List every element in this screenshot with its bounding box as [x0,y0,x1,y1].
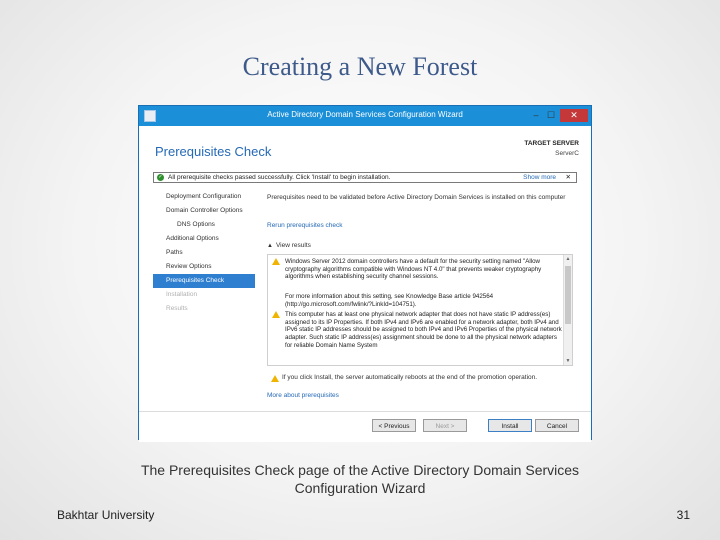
success-notice: ✓ All prerequisite checks passed success… [153,172,577,183]
window-title: Active Directory Domain Services Configu… [267,110,463,119]
more-about-prerequisites-link[interactable]: More about prerequisites [267,392,339,399]
slide-caption: The Prerequisites Check page of the Acti… [140,462,580,496]
checkmark-icon: ✓ [157,174,164,181]
result-text: Windows Server 2012 domain controllers h… [285,258,542,281]
nav-item[interactable]: Additional Options [153,232,255,246]
scroll-up-icon[interactable]: ▲ [564,255,572,263]
view-results-toggle[interactable]: ▲ View results [267,242,311,249]
cancel-button[interactable]: Cancel [535,419,579,432]
nav-item: Results [166,305,188,312]
show-more-link[interactable]: Show more [523,173,556,182]
page-number: 31 [676,508,690,522]
minimize-button[interactable]: – [529,109,543,122]
page-header: Prerequisites Check [155,144,272,159]
slide-title: Creating a New Forest [242,52,478,81]
nav-item[interactable]: Review Options [153,260,255,274]
install-button[interactable]: Install [488,419,532,432]
reboot-warning-text: If you click Install, the server automat… [282,374,538,381]
next-button[interactable]: Next > [423,419,467,432]
nav-item[interactable]: Domain Controller Options [153,204,255,218]
chevron-up-icon: ▲ [267,243,273,249]
nav-item: Installation [166,291,198,298]
footer-institution: Bakhtar University [57,508,155,522]
result-item: This computer has at least one physical … [268,311,564,365]
result-item: Windows Server 2012 domain controllers h… [268,258,564,288]
warning-icon [271,375,279,382]
previous-button[interactable]: < Previous [372,419,416,432]
scroll-down-icon[interactable]: ▼ [564,357,572,365]
results-box[interactable]: Windows Server 2012 domain controllers h… [267,254,573,366]
notice-text: All prerequisite checks passed successfu… [168,174,391,181]
results-scrollbar[interactable]: ▲ ▼ [563,255,572,365]
scrollbar-thumb[interactable] [565,266,571,324]
view-results-label: View results [275,242,311,249]
nav-item[interactable]: DNS Options [153,218,255,232]
target-server-name: ServerC [555,150,579,157]
nav-item[interactable]: Deployment Configuration [153,190,255,204]
result-text: For more information about this setting,… [285,293,494,308]
notice-close-icon[interactable]: ✕ [566,173,571,182]
wizard-window: Active Directory Domain Services Configu… [138,105,592,442]
description-text: Prerequisites need to be validated befor… [267,194,566,201]
nav-item-active[interactable]: Prerequisites Check [153,274,255,288]
window-titlebar[interactable]: Active Directory Domain Services Configu… [139,106,591,126]
close-button[interactable]: ✕ [560,109,588,122]
button-row: < Previous Next > Install Cancel [139,411,591,442]
target-server-label: TARGET SERVER [524,140,579,147]
result-text: This computer has at least one physical … [285,311,562,349]
rerun-link[interactable]: Rerun prerequisites check [267,222,343,229]
warning-icon [272,311,280,318]
warning-icon [272,258,280,265]
maximize-button[interactable]: ☐ [544,109,558,122]
nav-item[interactable]: Paths [153,246,255,260]
wizard-nav: Deployment Configuration Domain Controll… [153,190,255,316]
result-item: For more information about this setting,… [268,293,564,309]
